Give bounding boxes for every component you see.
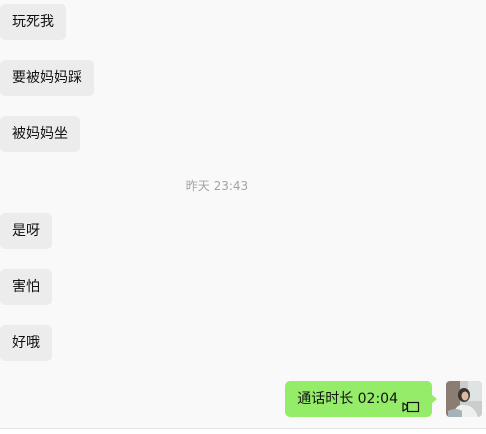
incoming-message-bubble[interactable]: 要被妈妈踩 [0,60,94,96]
video-call-icon [402,392,420,413]
message-timestamp: 昨天 23:43 [185,179,249,193]
message-text: 被妈妈坐 [12,126,68,142]
message-text: 玩死我 [12,14,54,30]
call-duration-text: 通话时长 02:04 [297,391,398,407]
message-text: 好哦 [12,335,40,351]
message-text: 害怕 [12,279,40,295]
incoming-message-bubble[interactable]: 被妈妈坐 [0,116,80,152]
input-area-divider [0,428,486,434]
incoming-message-bubble[interactable]: 玩死我 [0,4,66,40]
message-text: 要被妈妈踩 [12,70,82,86]
user-avatar[interactable] [446,381,482,417]
incoming-message-bubble[interactable]: 是呀 [0,213,52,249]
message-text: 是呀 [12,223,40,239]
chat-message-area: 玩死我 要被妈妈踩 被妈妈坐 昨天 23:43 是呀 害怕 好哦 通话时长 02… [0,0,486,428]
outgoing-call-record-bubble[interactable]: 通话时长 02:04 [285,381,437,417]
incoming-message-bubble[interactable]: 害怕 [0,269,52,305]
incoming-message-bubble[interactable]: 好哦 [0,325,52,361]
